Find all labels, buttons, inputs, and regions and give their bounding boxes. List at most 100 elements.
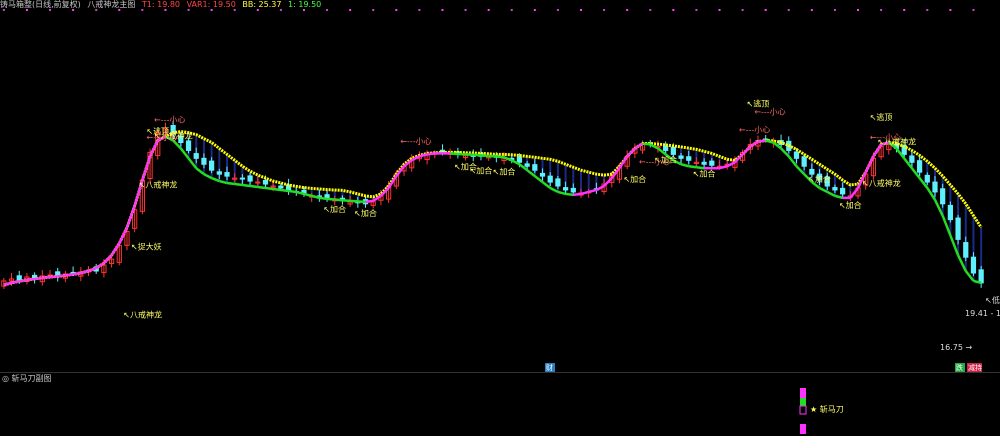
chart-annotation: ↖捉大妖 xyxy=(131,241,162,251)
top-marker-dot xyxy=(833,9,836,11)
top-marker-dot xyxy=(95,9,98,11)
chart-annotation: ↖加合 xyxy=(654,154,677,164)
ma-short-segment xyxy=(680,163,690,168)
candle-body xyxy=(932,181,938,193)
ma-short-segment xyxy=(795,165,806,176)
candle-body xyxy=(255,181,261,184)
candle-body xyxy=(909,155,915,163)
ma-short-segment xyxy=(834,194,843,200)
candle-body xyxy=(209,160,215,171)
ma-short-segment xyxy=(365,199,374,204)
candle-body xyxy=(663,145,669,151)
candle-body xyxy=(516,156,523,163)
ma-short-segment xyxy=(226,181,235,186)
ma-short-segment xyxy=(826,190,836,198)
chart-annotation: ↖加合 xyxy=(323,204,346,214)
ma-short-segment xyxy=(573,192,582,197)
ma-short-segment xyxy=(187,157,198,169)
ma-short-segment xyxy=(696,165,705,170)
top-marker-dot xyxy=(49,9,52,11)
candle-body xyxy=(224,172,230,177)
top-marker-dot xyxy=(418,9,421,11)
event-badge-label[interactable]: 跌 xyxy=(956,363,963,372)
top-marker-dot xyxy=(164,9,167,11)
panel-divider xyxy=(0,372,1000,373)
candle-body xyxy=(555,178,561,187)
ma-short-segment xyxy=(110,242,121,256)
candle-body xyxy=(262,179,269,185)
ma-short-segment xyxy=(534,175,544,184)
top-marker-dot xyxy=(926,9,929,11)
event-badge-label[interactable]: 财 xyxy=(546,363,553,372)
ma-short-segment xyxy=(342,199,351,203)
ma-short-segment xyxy=(257,185,266,190)
top-marker-dot xyxy=(949,9,952,11)
candle-body xyxy=(832,187,838,191)
ma-short-segment xyxy=(649,143,659,150)
top-marker-dot xyxy=(349,9,352,11)
ma-short-segment xyxy=(234,182,243,187)
candle-body xyxy=(793,151,800,159)
ma-short-segment xyxy=(265,186,274,191)
chart-annotation: ←---小心 xyxy=(154,115,185,124)
ma-short-segment xyxy=(42,275,51,280)
top-marker-dot xyxy=(141,9,144,11)
candle-body xyxy=(539,172,546,177)
candle-body xyxy=(670,146,676,155)
ma-short-segment xyxy=(741,145,752,156)
ma-short-segment xyxy=(319,196,328,201)
top-marker-dot xyxy=(464,9,467,11)
ma-short-segment xyxy=(450,152,458,156)
top-marker-dot xyxy=(395,9,398,11)
top-marker-dot xyxy=(302,9,305,11)
top-marker-dot xyxy=(857,9,860,11)
candle-body xyxy=(278,185,284,189)
ma-short-segment xyxy=(211,176,220,183)
sub-signal-bar-bottom xyxy=(800,424,806,434)
chart-annotation: ↖加合 xyxy=(354,208,377,218)
ma-short-segment xyxy=(557,190,566,196)
ma-short-segment xyxy=(273,187,282,192)
sub-signal-bar-mid xyxy=(800,398,806,406)
candle-body xyxy=(570,187,576,193)
candle-body xyxy=(201,157,207,165)
top-marker-dot xyxy=(626,9,629,11)
ma-short-segment xyxy=(280,188,289,193)
chart-annotation: ↖加合 xyxy=(808,174,831,184)
candle-body xyxy=(562,187,569,191)
candle-body xyxy=(970,256,977,274)
ma-short-segment xyxy=(480,154,489,158)
candle-body xyxy=(524,163,530,167)
top-marker-dot xyxy=(510,9,513,11)
candlestick-chart[interactable]: ↖逃顶←---小心↖八戒神龙↖八戒神龙↖捉大妖↖八戒神龙←---小心↖加合 ↖加合… xyxy=(0,0,1000,436)
candle-body xyxy=(947,204,953,221)
ma-short-segment xyxy=(726,161,736,168)
ma-short-segment xyxy=(26,277,35,282)
ma-short-segment xyxy=(242,183,251,188)
top-marker-dot xyxy=(25,9,28,11)
candle-body xyxy=(916,160,923,173)
chart-annotation: ↖加合 xyxy=(693,168,716,178)
chart-annotation: ↖八戒神龙 xyxy=(123,309,162,319)
ma-short-segment xyxy=(141,155,152,181)
ma-short-segment xyxy=(334,198,343,202)
top-marker-dot xyxy=(210,9,213,11)
top-marker-dot xyxy=(741,9,744,11)
ma-short-segment xyxy=(503,156,513,162)
sub-panel-title[interactable]: ◎ 斩马刀副图 xyxy=(2,373,52,384)
event-badge-label[interactable]: 减持 xyxy=(968,363,982,372)
candle-body xyxy=(185,140,192,151)
top-marker-dot xyxy=(880,9,883,11)
ma-short-segment xyxy=(11,280,20,285)
candle-body xyxy=(963,242,969,258)
top-marker-dot xyxy=(279,9,282,11)
candle-body xyxy=(978,269,984,284)
top-marker-dot xyxy=(603,9,606,11)
chart-annotation: ↖加合 xyxy=(493,167,516,177)
ma-short-segment xyxy=(19,278,28,283)
ma-short-segment xyxy=(426,152,435,156)
ma-short-segment xyxy=(642,142,651,146)
candle-body xyxy=(216,171,222,175)
low-price-marker: 16.75 → xyxy=(940,343,972,352)
chart-annotation: ↖加合 xyxy=(839,200,862,210)
